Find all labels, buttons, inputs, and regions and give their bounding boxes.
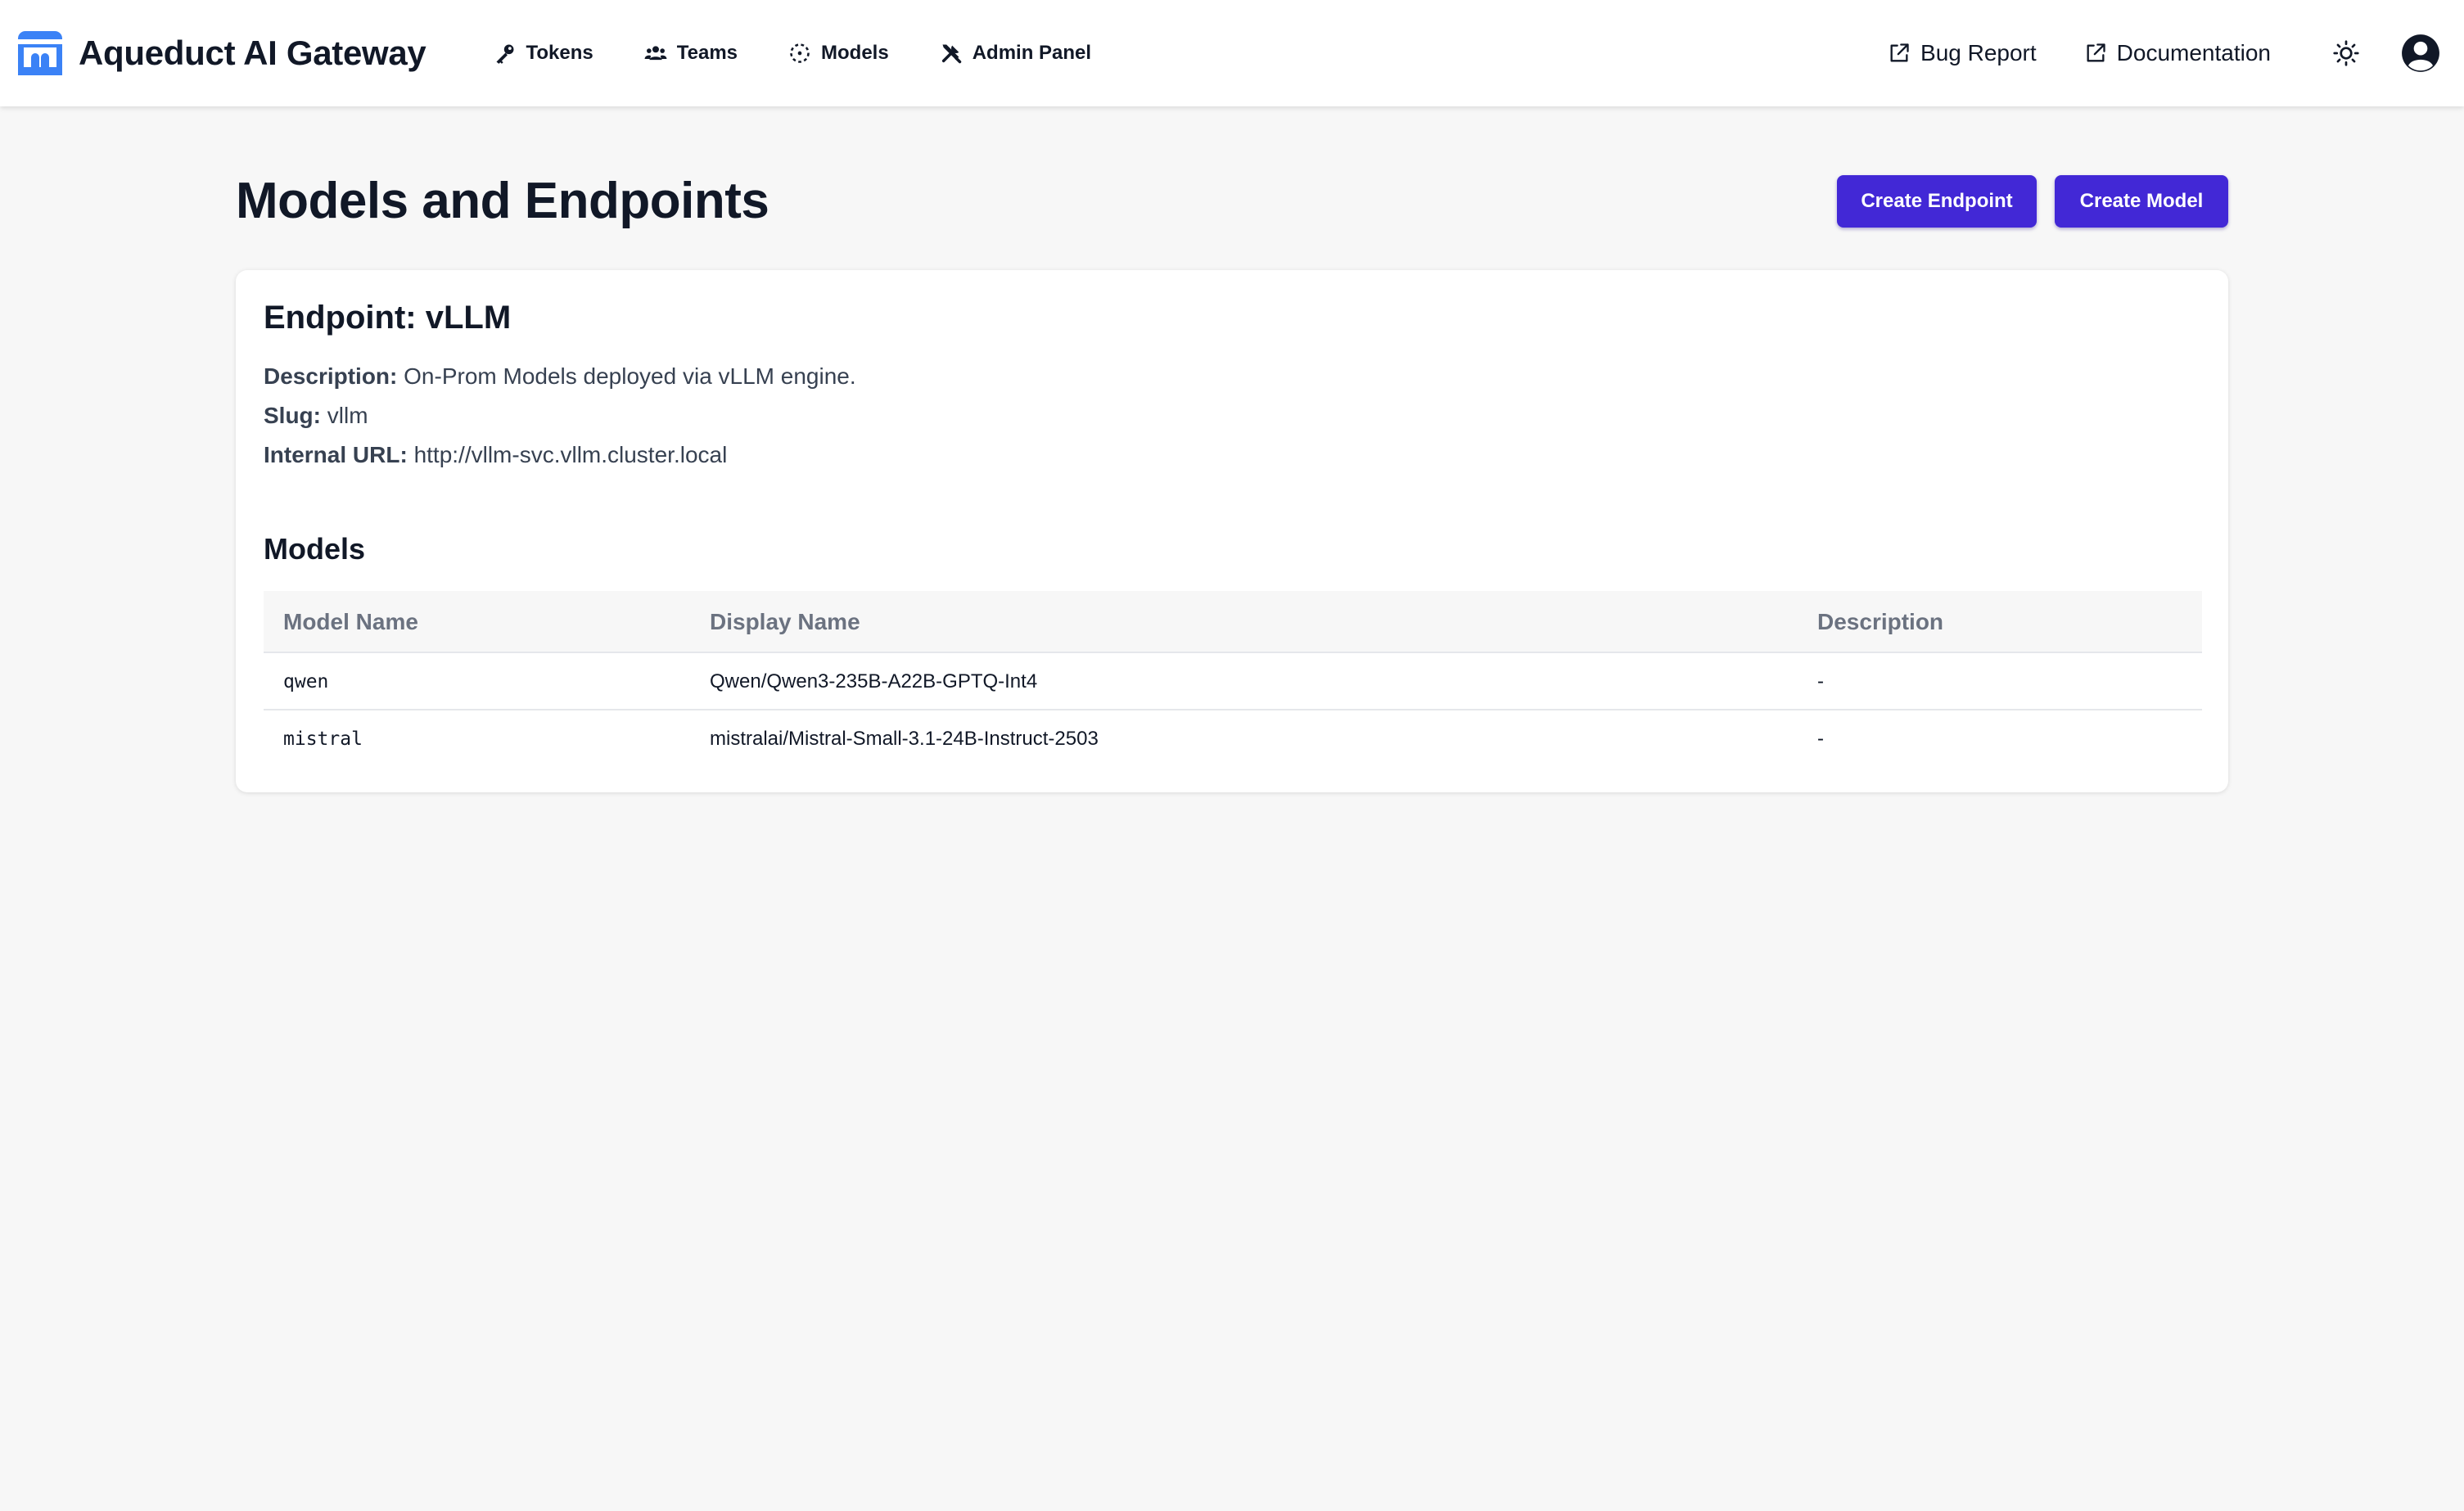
nav-label-teams: Teams — [676, 42, 738, 64]
nav-item-models[interactable]: Models — [788, 42, 889, 65]
brand[interactable]: Aqueduct AI Gateway — [18, 31, 426, 75]
create-endpoint-button[interactable]: Create Endpoint — [1837, 175, 2037, 228]
model-name-cell: qwen — [283, 671, 329, 692]
documentation-label: Documentation — [2116, 40, 2271, 65]
main-nav: Tokens Teams Models Admin Panel — [494, 42, 1143, 65]
create-model-button[interactable]: Create Model — [2055, 175, 2228, 228]
user-circle-icon[interactable] — [2400, 33, 2441, 74]
display-name-cell: mistralai/Mistral-Small-3.1-24B-Instruct… — [710, 728, 1099, 750]
column-header-display-name: Display Name — [710, 609, 860, 634]
endpoint-title: Endpoint: vLLM — [264, 300, 512, 336]
display-name-cell: Qwen/Qwen3-235B-A22B-GPTQ-Int4 — [710, 670, 1038, 692]
top-navbar: Aqueduct AI Gateway Tokens Teams Models … — [0, 0, 2464, 106]
bug-report-link[interactable]: Bug Report — [1888, 40, 2037, 66]
nav-label-models: Models — [821, 42, 889, 64]
table-header: Model Name Display Name Description — [264, 591, 2202, 653]
model-name-cell: mistral — [283, 728, 363, 750]
models-heading: Models — [264, 532, 366, 566]
endpoint-slug: Slug: vllm — [264, 403, 368, 429]
bug-report-label: Bug Report — [1920, 40, 2037, 65]
aqueduct-logo-icon — [18, 31, 62, 75]
nav-item-tokens[interactable]: Tokens — [494, 42, 593, 65]
table-row[interactable]: mistral mistralai/Mistral-Small-3.1-24B-… — [264, 710, 2202, 768]
nav-label-tokens: Tokens — [526, 42, 593, 64]
internal-url-label: Internal URL: — [264, 442, 408, 467]
sun-icon[interactable] — [2331, 38, 2361, 68]
table-row[interactable]: qwen Qwen/Qwen3-235B-A22B-GPTQ-Int4 - — [264, 653, 2202, 710]
users-icon — [644, 46, 667, 61]
nav-label-admin-panel: Admin Panel — [972, 42, 1092, 64]
nav-item-admin-panel[interactable]: Admin Panel — [940, 42, 1091, 65]
nav-item-teams[interactable]: Teams — [644, 42, 738, 65]
description-value: On-Prom Models deployed via vLLM engine. — [404, 363, 856, 389]
endpoint-internal-url: Internal URL: http://vllm-svc.vllm.clust… — [264, 442, 727, 468]
external-link-icon — [1890, 43, 1909, 62]
app-title: Aqueduct AI Gateway — [79, 34, 426, 72]
slug-value: vllm — [327, 403, 368, 428]
description-label: Description: — [264, 363, 398, 389]
models-icon — [790, 43, 810, 63]
external-link-icon — [2087, 43, 2105, 62]
column-header-description: Description — [1817, 609, 1944, 634]
documentation-link[interactable]: Documentation — [2084, 40, 2271, 66]
page-title: Models and Endpoints — [236, 173, 769, 229]
header-actions: Bug Report Documentation — [1840, 33, 2441, 74]
endpoint-description: Description: On-Prom Models deployed via… — [264, 363, 856, 390]
description-cell: - — [1817, 728, 1824, 750]
column-header-model-name: Model Name — [283, 609, 418, 634]
tools-icon — [941, 44, 961, 64]
models-table: Model Name Display Name Description qwen… — [264, 591, 2202, 768]
description-cell: - — [1817, 670, 1824, 692]
slug-label: Slug: — [264, 403, 321, 428]
endpoint-card: Endpoint: vLLM Description: On-Prom Mode… — [236, 270, 2228, 792]
key-icon — [496, 44, 513, 64]
internal-url-value: http://vllm-svc.vllm.cluster.local — [413, 442, 728, 467]
